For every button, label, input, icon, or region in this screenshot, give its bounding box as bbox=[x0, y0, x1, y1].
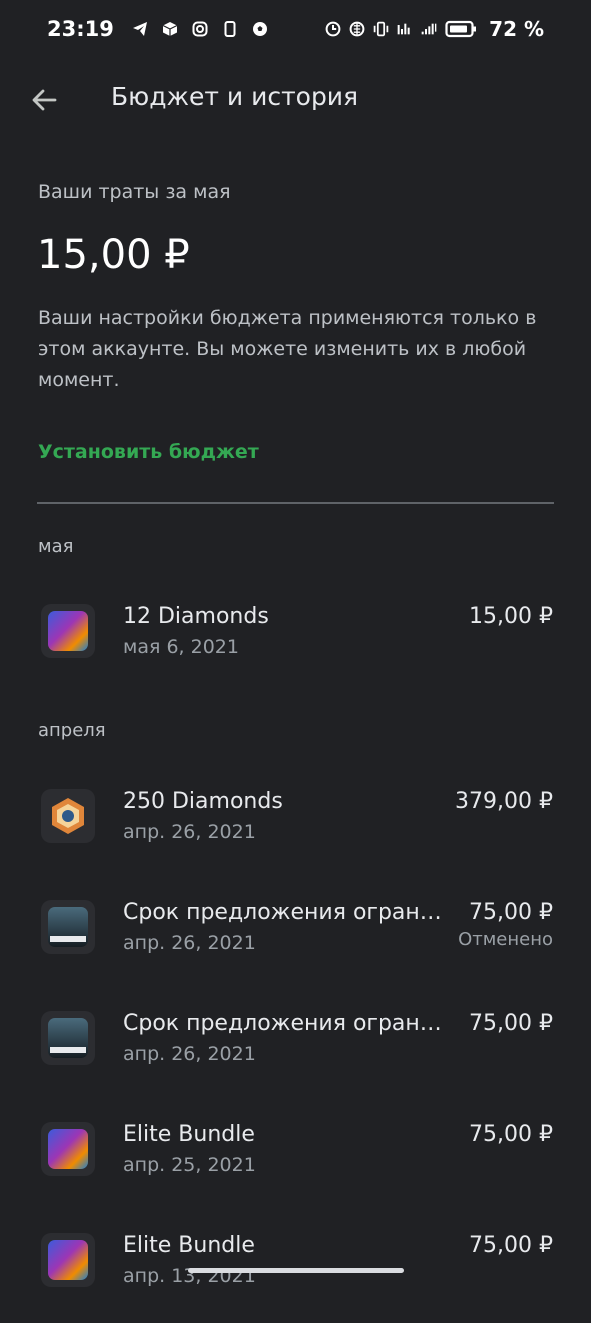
transaction-date: апр. 26, 2021 bbox=[123, 932, 256, 954]
transaction-amount: 15,00 ₽ bbox=[469, 604, 553, 629]
globe-icon bbox=[349, 21, 365, 37]
transaction-date: апр. 26, 2021 bbox=[123, 821, 256, 843]
transaction-name: Срок предложения огран… bbox=[123, 900, 442, 925]
spending-amount: 15,00 ₽ bbox=[37, 232, 190, 278]
transaction-row[interactable]: 250 Diamonds апр. 26, 2021 379,00 ₽ bbox=[0, 789, 591, 879]
status-left: 23:19 bbox=[47, 17, 268, 41]
status-bar: 23:19 72 % bbox=[0, 0, 591, 58]
transaction-date: апр. 26, 2021 bbox=[123, 1043, 256, 1065]
mobile-legends-icon bbox=[41, 1122, 95, 1176]
transaction-amount: 379,00 ₽ bbox=[455, 789, 553, 814]
transaction-date: мая 6, 2021 bbox=[123, 636, 239, 658]
hexagon-game-icon bbox=[41, 789, 95, 843]
transaction-row[interactable]: Elite Bundle апр. 25, 2021 75,00 ₽ bbox=[0, 1122, 591, 1212]
soccer-ball-icon bbox=[252, 21, 268, 37]
transaction-amount: 75,00 ₽ bbox=[469, 1011, 553, 1036]
section-header-may: мая bbox=[38, 536, 74, 557]
signal-icon bbox=[397, 21, 413, 37]
spending-label: Ваши траты за мая bbox=[38, 181, 231, 203]
transaction-amount: 75,00 ₽ bbox=[469, 1233, 553, 1258]
divider bbox=[37, 502, 554, 504]
vibrate-icon bbox=[373, 21, 389, 37]
transaction-row[interactable]: Срок предложения огран… апр. 26, 2021 75… bbox=[0, 900, 591, 990]
transaction-name: Elite Bundle bbox=[123, 1233, 255, 1258]
box-icon bbox=[162, 21, 178, 37]
call-of-duty-icon bbox=[41, 1011, 95, 1065]
arrow-back-icon bbox=[32, 89, 57, 111]
battery-icon bbox=[445, 20, 477, 38]
transaction-date: апр. 25, 2021 bbox=[123, 1154, 256, 1176]
signal-icon bbox=[421, 21, 437, 37]
transaction-row[interactable]: 12 Diamonds мая 6, 2021 15,00 ₽ bbox=[0, 604, 591, 694]
mobile-legends-icon bbox=[41, 1233, 95, 1287]
call-of-duty-icon bbox=[41, 900, 95, 954]
section-header-april: апреля bbox=[38, 720, 106, 741]
transaction-amount: 75,00 ₽ bbox=[469, 900, 553, 925]
status-right: 72 % bbox=[325, 17, 544, 41]
battery-percent: 72 % bbox=[489, 17, 544, 41]
transaction-row[interactable]: Срок предложения огран… апр. 26, 2021 75… bbox=[0, 1011, 591, 1101]
page-title: Бюджет и история bbox=[111, 82, 359, 111]
set-budget-link[interactable]: Установить бюджет bbox=[38, 441, 259, 463]
status-time: 23:19 bbox=[47, 17, 114, 41]
instagram-icon bbox=[192, 21, 208, 37]
budget-info-text: Ваши настройки бюджета применяются тольк… bbox=[38, 307, 537, 391]
transaction-status: Отменено bbox=[458, 929, 553, 950]
transaction-name: Elite Bundle bbox=[123, 1122, 255, 1147]
transaction-amount: 75,00 ₽ bbox=[469, 1122, 553, 1147]
transaction-name: Срок предложения огран… bbox=[123, 1011, 442, 1036]
back-button[interactable] bbox=[26, 82, 62, 118]
clock-icon bbox=[325, 21, 341, 37]
home-indicator[interactable] bbox=[188, 1268, 404, 1273]
telegram-icon bbox=[132, 21, 148, 37]
transaction-name: 250 Diamonds bbox=[123, 789, 283, 814]
mobile-legends-icon bbox=[41, 604, 95, 658]
transaction-row[interactable]: Elite Bundle апр. 13, 2021 75,00 ₽ bbox=[0, 1233, 591, 1323]
phone-icon bbox=[222, 21, 238, 37]
app-bar: Бюджет и история bbox=[0, 62, 591, 138]
transaction-name: 12 Diamonds bbox=[123, 604, 269, 629]
